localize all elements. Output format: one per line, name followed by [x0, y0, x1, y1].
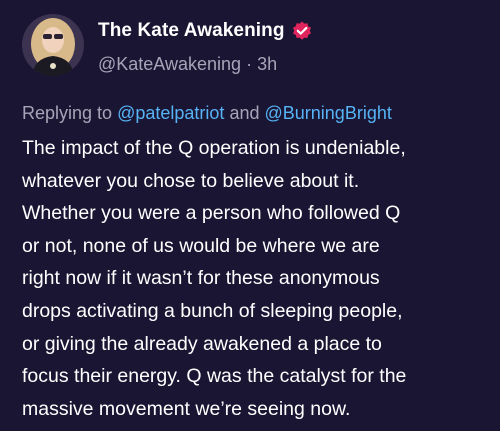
post-body: The impact of the Q operation is undenia…: [22, 132, 492, 425]
replying-to: Replying to @patelpatriot and @BurningBr…: [22, 103, 482, 124]
post-body-line: Whether you were a person who followed Q: [22, 202, 401, 225]
post-card: The Kate Awakening @KateAwakening · 3h R…: [0, 0, 500, 431]
replying-to-label: Replying to: [22, 103, 113, 123]
author-meta: @KateAwakening · 3h: [98, 54, 277, 75]
mention-link-2[interactable]: @BurningBright: [265, 103, 392, 123]
replying-to-conjunction: and: [229, 103, 260, 123]
post-header: The Kate Awakening @KateAwakening · 3h: [22, 14, 482, 84]
post-body-line: drops activating a bunch of sleeping peo…: [22, 299, 403, 322]
post-body-line: The impact of the Q operation is undenia…: [22, 137, 406, 159]
meta-separator: ·: [246, 54, 253, 74]
timestamp[interactable]: 3h: [257, 54, 277, 74]
post-body-line: or giving the already awakened a place t…: [22, 332, 382, 355]
display-name[interactable]: The Kate Awakening: [98, 20, 285, 42]
author-name-row: The Kate Awakening: [98, 20, 313, 42]
mention-link-1[interactable]: @patelpatriot: [117, 103, 224, 123]
post-body-line: whatever you chose to believe about it.: [22, 169, 360, 192]
avatar[interactable]: [22, 14, 84, 76]
handle[interactable]: @KateAwakening: [98, 54, 241, 74]
post-body-line: massive movement we’re seeing now.: [22, 397, 351, 420]
post-body-line: focus their energy. Q was the catalyst f…: [22, 365, 407, 388]
post-body-line: right now if it wasn’t for these anonymo…: [22, 267, 380, 290]
verified-badge-icon: [291, 20, 313, 42]
post-body-line: or not, none of us would be where we are: [22, 234, 380, 257]
